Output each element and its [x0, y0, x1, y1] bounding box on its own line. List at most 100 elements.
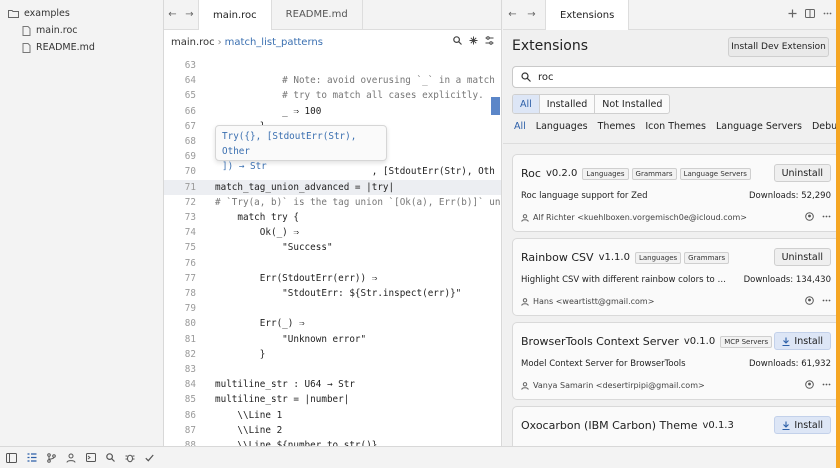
code-line[interactable]: 75 "Success" [164, 240, 501, 255]
plus-icon[interactable] [788, 9, 797, 18]
git-branch-icon[interactable] [47, 452, 56, 463]
back-icon[interactable]: ← [503, 0, 522, 29]
line-number: 76 [184, 257, 196, 269]
user-icon [521, 213, 529, 222]
code-text: multiline_str : U64 → Str [215, 379, 355, 391]
more-options-icon[interactable] [822, 380, 831, 389]
code-line[interactable]: 84 multiline_str : U64 → Str [164, 377, 501, 392]
github-icon[interactable] [805, 212, 814, 221]
code-text: # `Try(a, b)` is the tag union `[Ok(a), … [215, 196, 502, 208]
code-line[interactable]: 74 Ok(_) ⇒ [164, 225, 501, 240]
forward-icon[interactable]: → [522, 0, 541, 29]
forward-icon[interactable]: → [181, 0, 198, 29]
outline-list-icon[interactable] [27, 453, 37, 462]
terminal-icon[interactable] [86, 453, 96, 462]
category-themes[interactable]: Themes [598, 121, 636, 132]
code-line[interactable]: 85 multiline_str = |number| [164, 392, 501, 407]
code-line[interactable]: 86 \\Line 1 [164, 408, 501, 423]
back-icon[interactable]: ← [164, 0, 181, 29]
tree-label: main.roc [36, 25, 78, 36]
tab-main-roc[interactable]: main.roc [198, 0, 272, 30]
code-line[interactable]: 83 [164, 362, 501, 377]
code-line[interactable]: 82 } [164, 347, 501, 362]
filter-all[interactable]: All [513, 95, 540, 113]
check-icon[interactable] [145, 454, 154, 462]
tree-file-main-roc[interactable]: main.roc [0, 22, 163, 39]
download-count: Downloads: 61,932 [749, 359, 831, 369]
settings-sliders-icon[interactable] [485, 36, 494, 45]
category-languages[interactable]: Languages [536, 121, 588, 132]
code-line[interactable]: 65 # try to match all cases explicitly. [164, 88, 501, 103]
button-label: Uninstall [781, 167, 823, 179]
scrollbar-thumb[interactable] [491, 97, 500, 115]
uninstall-button[interactable]: Uninstall [773, 248, 831, 266]
code-line[interactable]: 66 _ ⇒ 100 [164, 104, 501, 119]
code-line[interactable]: 64 # Note: avoid overusing `_` in a matc… [164, 73, 501, 88]
install-dev-extension-button[interactable]: Install Dev Extension [728, 37, 829, 57]
code-line[interactable]: 76 [164, 256, 501, 271]
tooltip-line: ]) → Str [222, 161, 267, 172]
code-line[interactable]: 63 [164, 58, 501, 73]
more-options-icon[interactable] [822, 212, 831, 221]
collab-icon[interactable] [66, 453, 76, 463]
code-line[interactable]: 71 match_tag_union_advanced = |try| [164, 179, 501, 195]
more-options-icon[interactable] [822, 296, 831, 305]
search-icon[interactable] [106, 453, 115, 462]
sparkle-icon[interactable] [469, 36, 478, 45]
line-number: 70 [184, 166, 196, 178]
extension-card[interactable]: BrowserTools Context Server v0.1.0 MCP Ser… [512, 322, 840, 400]
search-icon[interactable] [453, 36, 462, 45]
install-button[interactable]: Install [774, 332, 831, 350]
extension-version: v0.1.0 [683, 336, 716, 347]
category-all[interactable]: All [514, 121, 526, 132]
filter-not-installed[interactable]: Not Installed [595, 95, 669, 113]
category-icon-themes[interactable]: Icon Themes [645, 121, 706, 132]
github-icon[interactable] [805, 380, 814, 389]
code-line[interactable]: 87 \\Line 2 [164, 423, 501, 438]
code-line[interactable]: 88 \\Line ${number.to_str()} [164, 438, 501, 446]
split-pane-icon[interactable] [805, 9, 815, 18]
extension-card[interactable]: Roc v0.2.0 Languages Grammars Language Serve… [512, 154, 840, 232]
status-bar [0, 446, 840, 468]
line-number: 78 [184, 288, 196, 299]
sidebar-toggle-icon[interactable] [6, 452, 17, 463]
line-number: 64 [184, 75, 196, 87]
install-button[interactable]: Install [774, 416, 831, 434]
file-icon [22, 25, 31, 36]
extension-card[interactable]: Rainbow CSV v1.1.0 Languages Grammars Uninst… [512, 238, 840, 316]
debug-icon[interactable] [125, 453, 135, 463]
github-icon[interactable] [805, 296, 814, 305]
focus-outline [836, 0, 840, 468]
line-number: 87 [184, 424, 196, 436]
code-line[interactable]: 80 Err(_) ⇒ [164, 316, 501, 331]
code-text: \\Line 1 [215, 409, 283, 421]
code-line[interactable]: 78 "StdoutErr: ${Str.inspect(err)}" [164, 286, 501, 301]
code-line[interactable]: 73 match try { [164, 210, 501, 225]
breadcrumb-file[interactable]: main.roc [171, 37, 215, 48]
tab-readme[interactable]: README.md [272, 0, 363, 29]
code-line[interactable]: 77 Err(StdoutErr(err)) ⇒ [164, 271, 501, 286]
category-language-servers[interactable]: Language Servers [716, 121, 802, 132]
more-options-icon[interactable] [823, 9, 832, 18]
tree-folder-examples[interactable]: examples [0, 5, 163, 22]
author-text: Alf Richter <kuehlboxen.vorgemisch0e@icl… [533, 213, 747, 222]
extension-search-input[interactable]: roc [512, 66, 840, 88]
category-badge: Languages [634, 251, 682, 264]
code-line[interactable]: 72 # `Try(a, b)` is the tag union `[Ok(a)… [164, 195, 502, 210]
user-icon [521, 381, 529, 390]
line-number: 80 [184, 318, 196, 330]
extension-card[interactable]: Oxocarbon (IBM Carbon) Theme v0.1.3 Instal… [512, 406, 840, 446]
uninstall-button[interactable]: Uninstall [773, 164, 831, 182]
divider [503, 143, 840, 144]
extension-name: Rainbow CSV [521, 251, 594, 264]
code-line[interactable]: 81 "Unknown error" [164, 332, 501, 347]
filter-installed[interactable]: Installed [540, 95, 596, 113]
tab-extensions[interactable]: Extensions [545, 0, 630, 30]
code-area[interactable]: 63 64 # Note: avoid overusing `_` in a ma… [164, 54, 502, 446]
tree-file-readme[interactable]: README.md [0, 39, 163, 56]
code-text: # try to match all cases explicitly. [215, 90, 484, 102]
extension-name: BrowserTools Context Server [521, 335, 679, 348]
extension-description: Model Context Server for BrowserTools [521, 359, 686, 369]
code-line[interactable]: 79 [164, 301, 501, 316]
breadcrumb-symbol[interactable]: match_list_patterns [225, 37, 323, 48]
